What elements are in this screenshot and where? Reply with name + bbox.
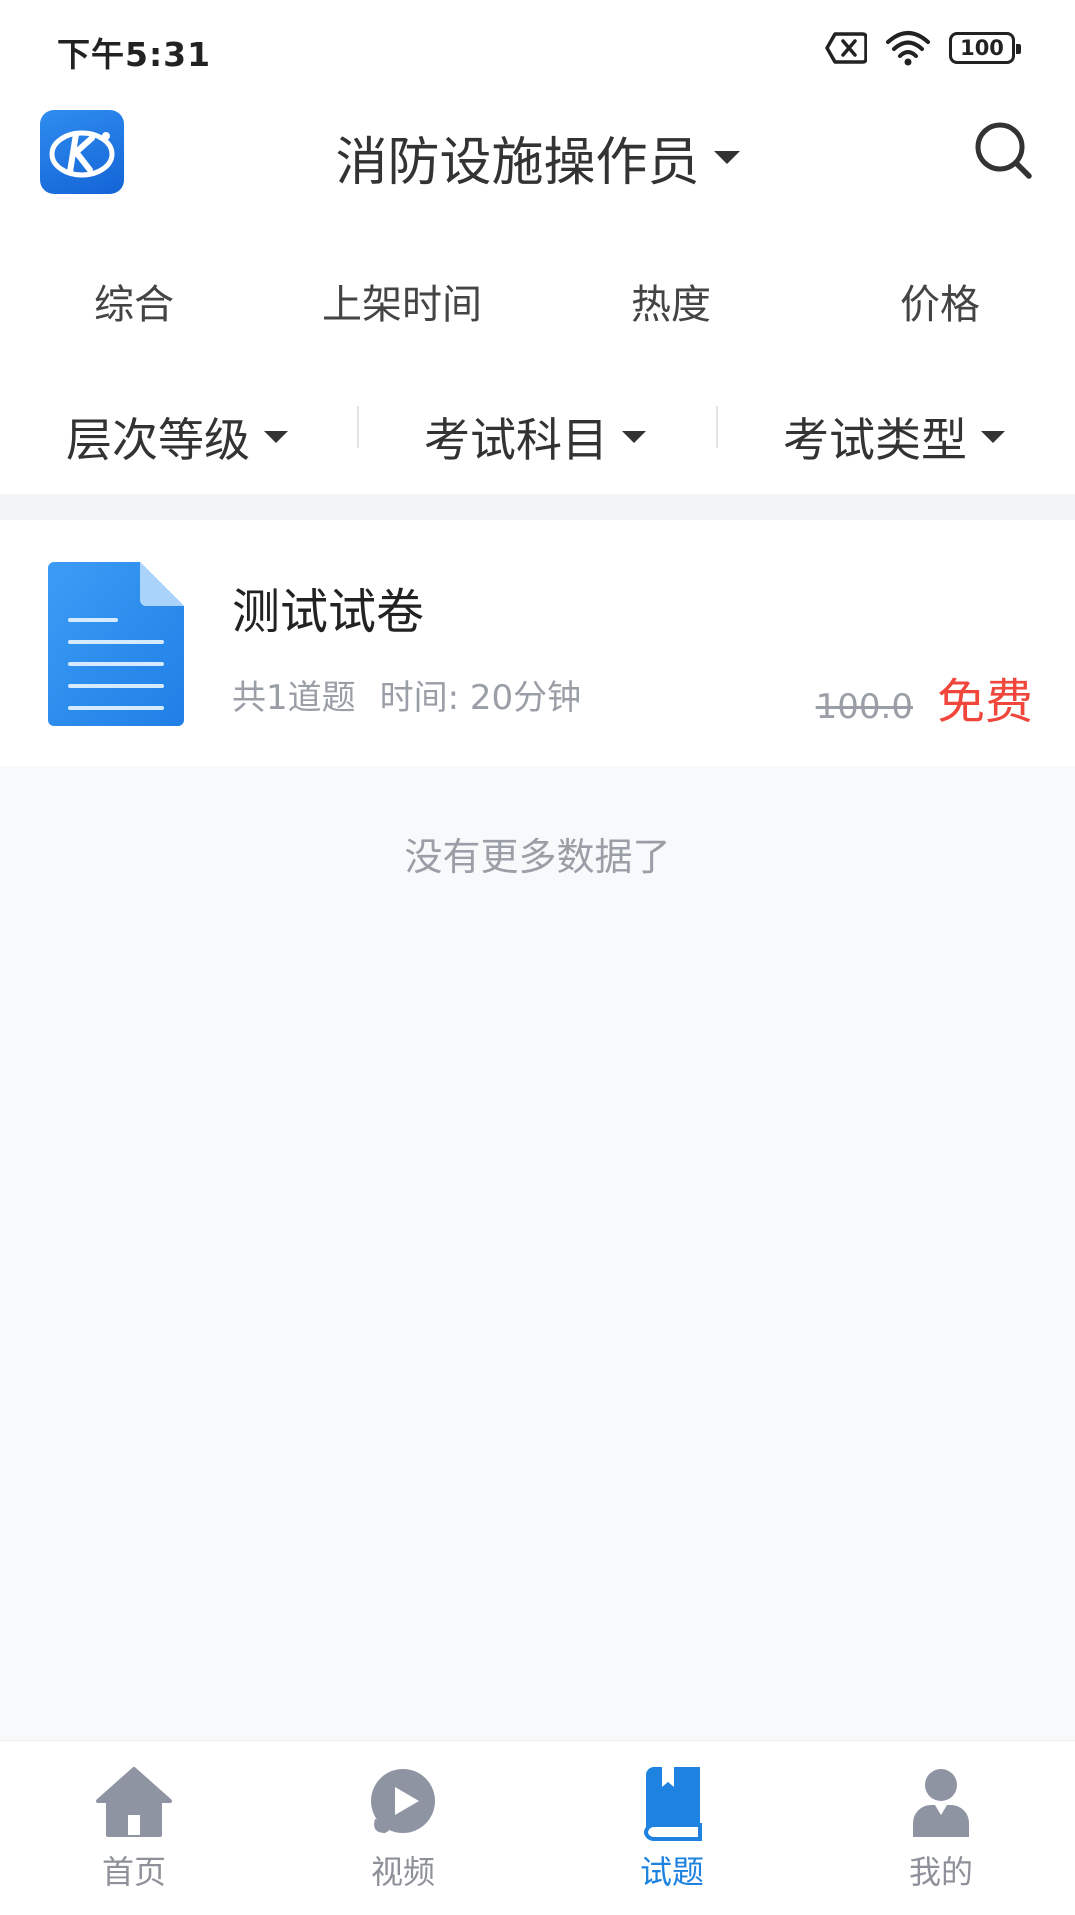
sort-tab-comprehensive[interactable]: 综合 bbox=[0, 272, 268, 330]
category-selector[interactable]: 消防设施操作员 bbox=[0, 120, 1075, 195]
price-info: 100.0 免费 bbox=[816, 662, 1033, 732]
exam-paper-title: 测试试卷 bbox=[232, 584, 425, 640]
sort-tab-popularity[interactable]: 热度 bbox=[537, 272, 805, 330]
filter-level[interactable]: 层次等级 bbox=[66, 404, 288, 470]
filter-divider bbox=[357, 406, 359, 448]
wifi-icon bbox=[886, 31, 930, 66]
exam-paper-meta: 共1道题 时间: 20分钟 bbox=[232, 670, 581, 719]
home-icon bbox=[96, 1767, 172, 1837]
filter-bar: 层次等级 考试科目 考试类型 bbox=[0, 346, 1075, 494]
exam-list-page: 下午5:31 100 消防设施操作员 综合 上架时间 热度 价格 层次等级 考试… bbox=[0, 0, 1075, 1915]
nav-item-exam[interactable]: 试题 bbox=[592, 1763, 752, 1893]
nav-label: 我的 bbox=[908, 1853, 973, 1891]
document-icon bbox=[48, 562, 184, 726]
page-title: 消防设施操作员 bbox=[335, 133, 700, 193]
user-icon bbox=[913, 1769, 969, 1837]
filter-level-label: 层次等级 bbox=[66, 413, 250, 467]
chevron-down-icon bbox=[264, 431, 288, 443]
sim-blocked-icon bbox=[825, 32, 867, 64]
section-separator bbox=[0, 494, 1075, 520]
bottom-nav: 首页 视频 试题 我的 bbox=[0, 1740, 1075, 1915]
chevron-down-icon bbox=[622, 431, 646, 443]
question-count: 共1道题 bbox=[232, 678, 356, 718]
battery-level: 100 bbox=[960, 36, 1004, 60]
chevron-down-icon bbox=[981, 431, 1005, 443]
book-icon bbox=[643, 1767, 702, 1841]
sale-price: 免费 bbox=[936, 674, 1033, 730]
search-icon[interactable] bbox=[969, 116, 1039, 186]
filter-exam-type-label: 考试类型 bbox=[783, 413, 967, 467]
sort-tabs: 综合 上架时间 热度 价格 bbox=[0, 216, 1075, 346]
list-item[interactable]: 测试试卷 共1道题 时间: 20分钟 100.0 免费 bbox=[0, 520, 1075, 766]
video-play-icon bbox=[371, 1769, 435, 1833]
app-header: 消防设施操作员 bbox=[0, 96, 1075, 216]
status-bar: 下午5:31 100 bbox=[0, 0, 1075, 96]
nav-label: 试题 bbox=[639, 1853, 704, 1891]
nav-item-profile[interactable]: 我的 bbox=[861, 1763, 1021, 1893]
filter-exam-type[interactable]: 考试类型 bbox=[783, 404, 1005, 470]
nav-label: 视频 bbox=[370, 1853, 435, 1891]
list-end-message: 没有更多数据了 bbox=[404, 835, 671, 879]
nav-item-video[interactable]: 视频 bbox=[323, 1763, 483, 1893]
chevron-down-icon bbox=[713, 151, 740, 164]
filter-subject-label: 考试科目 bbox=[424, 413, 608, 467]
sort-tab-price[interactable]: 价格 bbox=[806, 272, 1074, 330]
filter-subject[interactable]: 考试科目 bbox=[424, 404, 646, 470]
status-icons: 100 bbox=[825, 28, 1021, 68]
battery-indicator: 100 bbox=[949, 32, 1021, 64]
nav-item-home[interactable]: 首页 bbox=[54, 1763, 214, 1893]
status-time: 下午5:31 bbox=[57, 35, 212, 74]
sort-tab-listing-time[interactable]: 上架时间 bbox=[268, 272, 536, 330]
nav-label: 首页 bbox=[101, 1853, 166, 1891]
original-price: 100.0 bbox=[815, 687, 913, 727]
filter-divider bbox=[716, 406, 718, 448]
exam-duration: 时间: 20分钟 bbox=[379, 678, 582, 718]
